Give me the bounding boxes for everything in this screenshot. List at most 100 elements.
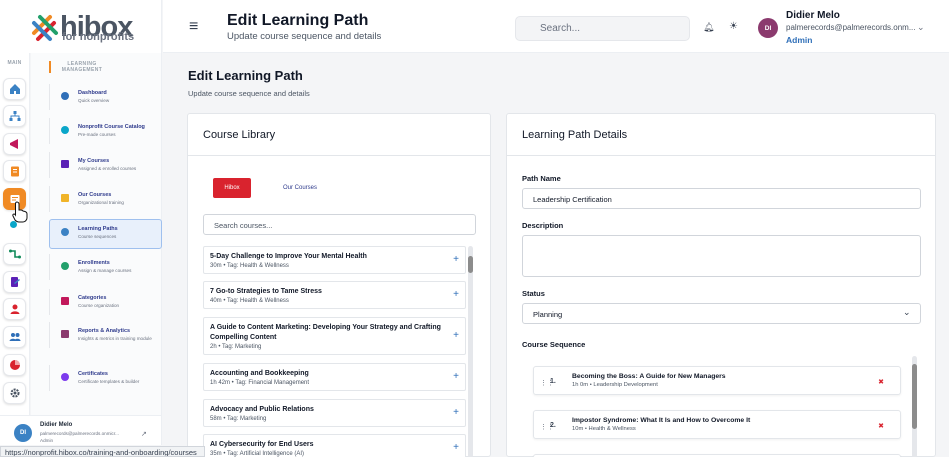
course-library-card: Course Library Hibox Our Courses Search … [187, 113, 491, 457]
header-user-name[interactable]: Didier Melo [786, 10, 840, 21]
documents-icon[interactable] [3, 271, 26, 293]
org-chart-icon[interactable] [3, 105, 26, 127]
course-item[interactable]: 7 Go-to Strategies to Tame Stress 40m • T… [203, 281, 466, 309]
menu-icon[interactable]: ≡ [189, 19, 198, 35]
add-course-icon[interactable]: + [453, 289, 459, 300]
certificate-icon [61, 373, 69, 381]
sidebar-item-label: Nonprofit Course Catalog [78, 124, 145, 130]
category-icon [61, 297, 69, 305]
sidebar-item-label: Reports & Analytics [78, 328, 131, 334]
sidebar-item-reports[interactable]: Reports & Analytics Insights & metrics in… [49, 322, 161, 348]
remove-icon[interactable]: ✖ [878, 378, 884, 386]
chevron-down-icon[interactable]: ⌄ [917, 22, 925, 33]
sequence-label: Course Sequence [522, 340, 586, 349]
dashboard-icon [61, 92, 69, 100]
sequence-item[interactable]: ⋮⋮ 1. Becoming the Boss: A Guide for New M… [533, 366, 901, 395]
header-avatar[interactable]: DI [758, 18, 778, 38]
external-link-icon[interactable]: ↗ [141, 430, 147, 438]
description-label: Description [522, 221, 564, 230]
top-header: ≡ Edit Learning Path Update course seque… [163, 0, 949, 53]
sequence-meta: 1h 0m • Leadership Development [572, 382, 658, 388]
course-meta: 58m • Tag: Marketing [210, 416, 267, 422]
book-icon [61, 160, 69, 168]
course-item[interactable]: AI Cybersecurity for End Users 35m • Tag:… [203, 434, 466, 457]
remove-icon[interactable]: ✖ [878, 422, 884, 430]
enroll-icon [61, 262, 69, 270]
description-textarea[interactable] [522, 235, 921, 277]
course-title: AI Cybersecurity for End Users [210, 441, 314, 448]
sidebar-item-our-courses[interactable]: Our Courses Organizational training [49, 186, 161, 212]
add-course-icon[interactable]: + [453, 442, 459, 453]
catalog-icon [61, 126, 69, 134]
sequence-item[interactable]: ⋮⋮ 2. Impostor Syndrome: What It Is and Ho… [533, 410, 901, 439]
course-item[interactable]: A Guide to Content Marketing: Developing… [203, 317, 466, 355]
header-subtitle: Update course sequence and details [227, 31, 382, 42]
bell-icon[interactable]: 🔔︎ [703, 22, 714, 33]
course-meta: 35m • Tag: Artificial Intelligence (AI) [210, 451, 305, 457]
sidebar-item-enrollments[interactable]: Enrollments Assign & manage courses [49, 254, 161, 280]
course-title: Advocacy and Public Relations [210, 406, 314, 413]
sequence-scroll-thumb[interactable] [912, 364, 917, 429]
global-search-input[interactable]: Search... [515, 16, 690, 41]
path-icon [61, 228, 69, 236]
sequence-meta: 10m • Health & Wellness [572, 426, 636, 432]
sidebar-item-dashboard[interactable]: Dashboard Quick overview [49, 84, 161, 110]
sequence-number: 2. [550, 422, 556, 429]
tab-hibox[interactable]: Hibox [213, 178, 251, 198]
workflow-icon[interactable] [3, 243, 26, 265]
home-icon[interactable] [3, 78, 26, 100]
course-title: Accounting and Bookkeeping [210, 370, 309, 377]
sidebar-item-label: Dashboard [78, 90, 107, 96]
chevron-down-icon[interactable]: ⌄ [903, 307, 911, 318]
sidebar-item-label: Certificates [78, 371, 108, 377]
course-item[interactable]: 5-Day Challenge to Improve Your Mental H… [203, 246, 466, 274]
contact-icon[interactable] [3, 298, 26, 320]
add-course-icon[interactable]: + [453, 254, 459, 265]
course-item[interactable]: Accounting and Bookkeeping 1h 42m • Tag: … [203, 363, 466, 391]
settings-icon[interactable] [3, 382, 26, 404]
megaphone-icon[interactable] [3, 133, 26, 155]
add-course-icon[interactable]: + [453, 330, 459, 341]
course-meta: 1h 42m • Tag: Financial Management [210, 380, 310, 386]
sidebar-item-label: Learning Paths [78, 226, 118, 232]
theme-toggle-icon[interactable]: ☀ [729, 21, 738, 32]
clipboard-icon[interactable] [3, 160, 26, 182]
sidebar-item-catalog[interactable]: Nonprofit Course Catalog Pre-made courses [49, 118, 161, 144]
sidebar-item-label: Our Courses [78, 192, 112, 198]
add-course-icon[interactable]: + [453, 407, 459, 418]
sidebar-item-certificates[interactable]: Certificates Certificate templates & buil… [49, 365, 161, 391]
course-title: 5-Day Challenge to Improve Your Mental H… [210, 253, 367, 260]
course-meta: 40m • Tag: Health & Wellness [210, 298, 289, 304]
icon-rail: MAIN [0, 53, 30, 443]
brand-sub: for nonprofits [62, 31, 135, 43]
sidebar-item-categories[interactable]: Categories Course organization [49, 289, 161, 315]
library-scrollbar[interactable] [468, 246, 473, 457]
add-course-icon[interactable]: + [453, 371, 459, 382]
sidebar-item-desc: Organizational training [78, 200, 124, 205]
library-scroll-thumb[interactable] [468, 256, 473, 273]
path-name-input[interactable]: Leadership Certification [522, 188, 921, 209]
course-title: A Guide to Content Marketing: Developing… [210, 324, 441, 341]
user-name: Didier Melo [40, 422, 73, 428]
chart-icon [61, 330, 69, 338]
status-select[interactable]: Planning [522, 303, 921, 324]
folder-icon [61, 194, 69, 202]
sidebar-item-my-courses[interactable]: My Courses Assigned & enrolled courses [49, 152, 161, 178]
tab-our-courses[interactable]: Our Courses [273, 178, 327, 198]
sidebar-item-desc: Course organization [78, 303, 120, 308]
rail-label: MAIN [7, 60, 22, 66]
people-icon[interactable] [3, 326, 26, 348]
pie-chart-icon[interactable] [3, 354, 26, 376]
sidebar-item-label: My Courses [78, 158, 110, 164]
sidebar-item-learning-paths[interactable]: Learning Paths Course sequences [49, 219, 162, 249]
page-title: Edit Learning Path [188, 68, 303, 83]
status-label: Status [522, 289, 545, 298]
sequence-title: Becoming the Boss: A Guide for New Manag… [572, 373, 726, 380]
sidebar-item-desc: Quick overview [78, 98, 110, 103]
course-item[interactable]: Advocacy and Public Relations 58m • Tag: … [203, 399, 466, 427]
section-label: LEARNING MANAGEMENT [49, 61, 109, 73]
sidebar-user[interactable]: DI Didier Melo palmerecords@palmerecords… [0, 415, 162, 445]
sidebar-item-label: Categories [78, 295, 107, 301]
sidebar-item-desc: Assigned & enrolled courses [78, 166, 137, 171]
course-search-input[interactable]: Search courses... [203, 214, 476, 235]
